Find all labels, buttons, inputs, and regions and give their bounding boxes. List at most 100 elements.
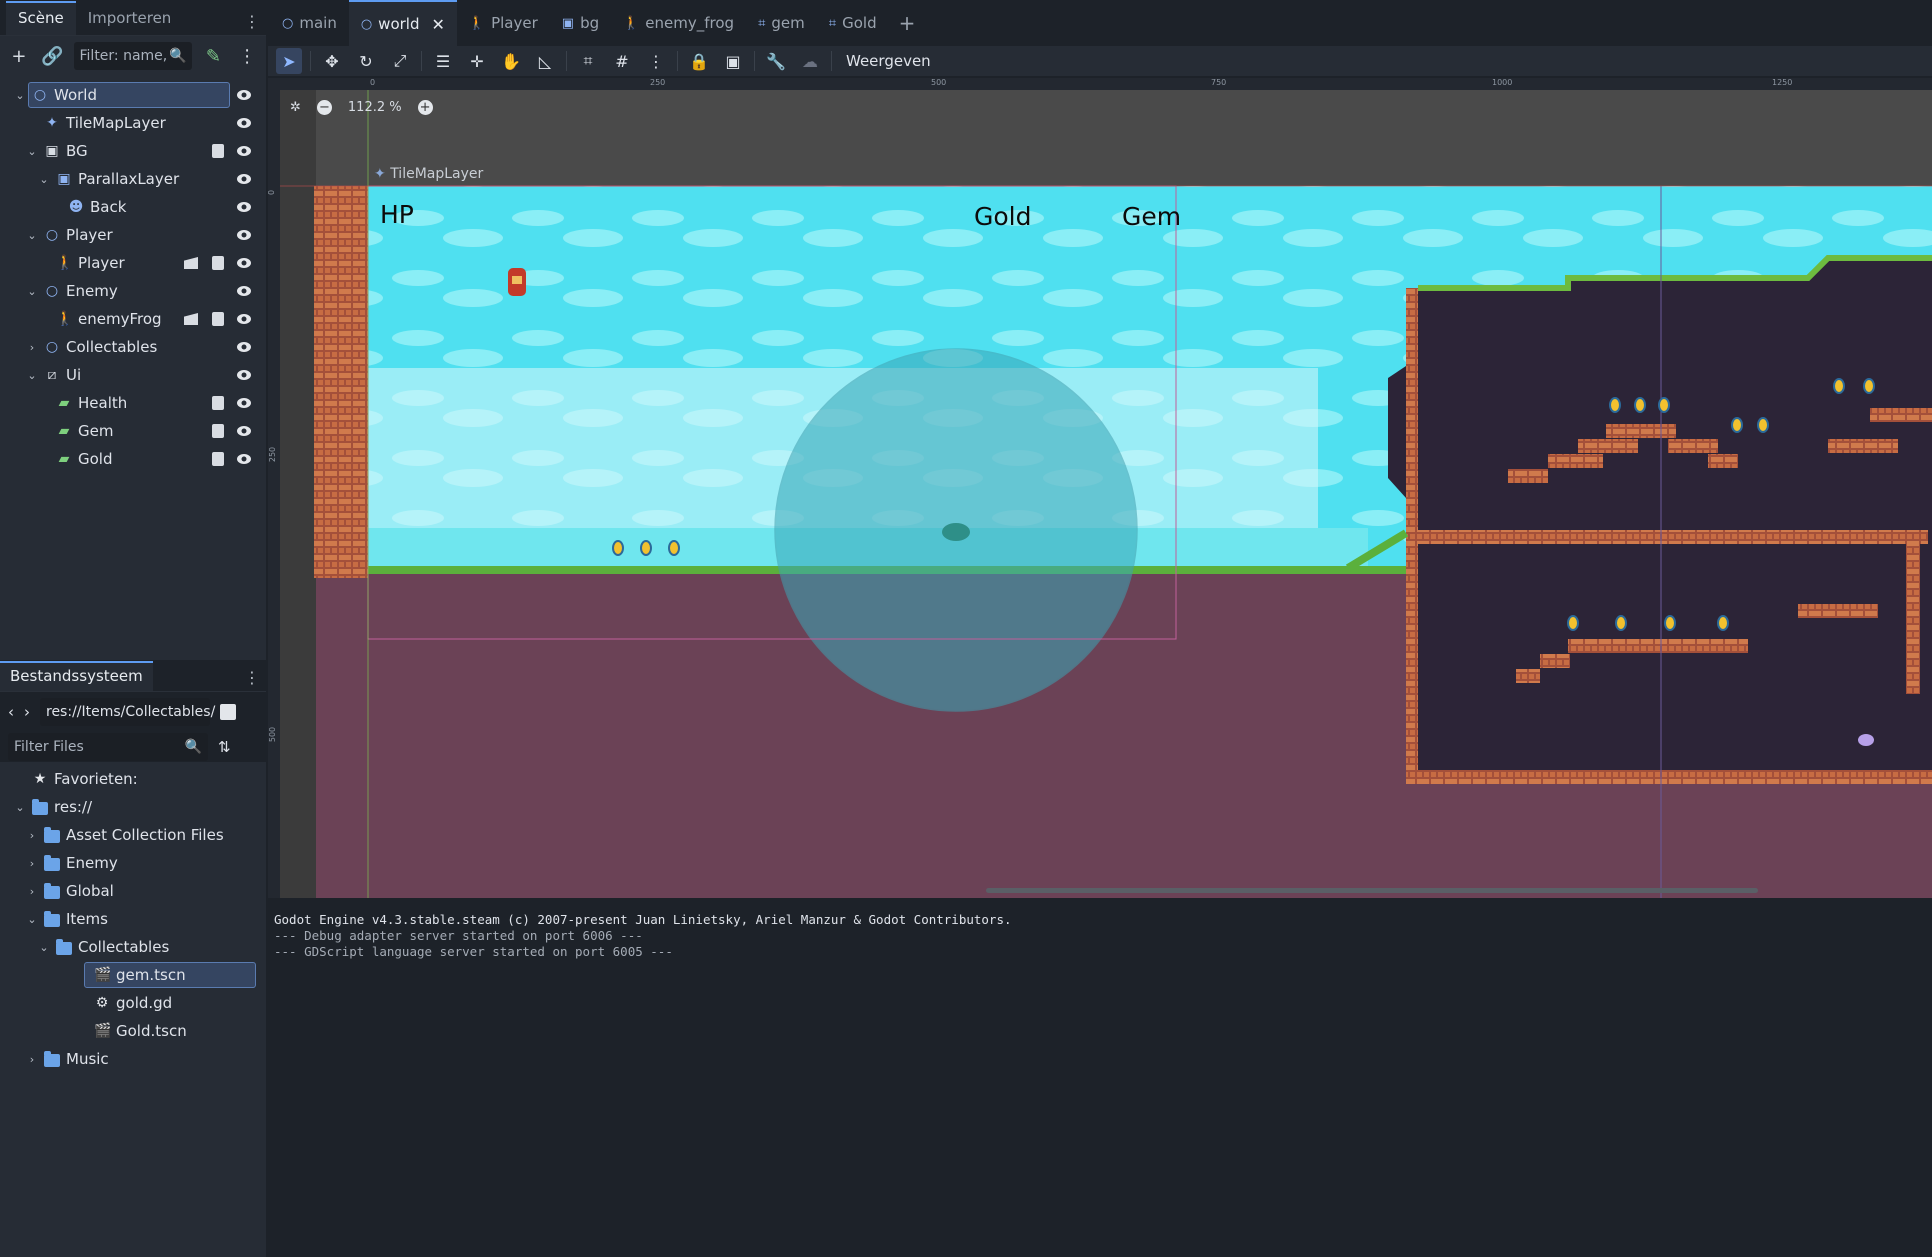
scene-tab-gem[interactable]: ⌗ gem [746, 0, 817, 46]
fs-item[interactable]: ★ Favorieten: [0, 765, 262, 793]
fs-item[interactable]: › Global [0, 877, 262, 905]
rotate-tool-icon[interactable]: ↻ [353, 48, 379, 74]
chevron-down-icon[interactable]: ⌄ [26, 913, 38, 926]
fs-item[interactable]: ⌄ res:// [0, 793, 262, 821]
path-field[interactable]: res://Items/Collectables/ [40, 698, 215, 726]
fs-item[interactable]: 🎬 Gold.tscn [0, 1017, 262, 1045]
filter-files-input[interactable]: Filter Files 🔍 [8, 733, 208, 761]
group-icon[interactable]: ▣ [720, 48, 746, 74]
tab-scene[interactable]: Scène [6, 1, 76, 35]
move-tool-icon[interactable]: ✥ [319, 48, 345, 74]
viewport-2d[interactable]: 0 250 500 750 1000 1250 0 250 500 ✲ − 11… [268, 78, 1932, 898]
chevron-right-icon[interactable]: › [26, 829, 38, 842]
center-view-icon[interactable]: ✲ [290, 100, 301, 115]
more-icon[interactable]: ⋮ [234, 43, 260, 69]
visibility-eye-icon[interactable] [236, 145, 252, 157]
scene-node-parallaxlayer[interactable]: ⌄ ▣ ParallaxLayer [0, 165, 262, 193]
fs-item[interactable]: ⌄ Collectables [0, 933, 262, 961]
split-view-icon[interactable] [220, 704, 236, 720]
sort-icon[interactable]: ⇅ [218, 738, 231, 756]
fs-item[interactable]: ⌄ Items [0, 905, 262, 933]
visibility-eye-icon[interactable] [236, 285, 252, 297]
fs-item[interactable]: › Enemy [0, 849, 262, 877]
visibility-eye-icon[interactable] [236, 425, 252, 437]
horizontal-scrollbar[interactable] [986, 888, 1758, 893]
visibility-eye-icon[interactable] [236, 173, 252, 185]
scene-node-enemyfrog[interactable]: 🚶 enemyFrog [0, 305, 262, 333]
visibility-eye-icon[interactable] [236, 453, 252, 465]
script-icon[interactable] [212, 256, 224, 270]
scene-filter-input[interactable]: Filter: name, 🔍 [73, 42, 193, 70]
scene-node-collectables[interactable]: › ○ Collectables [0, 333, 262, 361]
script-icon[interactable] [212, 144, 224, 158]
snap-options-icon[interactable]: ⋮ [643, 48, 669, 74]
scene-node-player[interactable]: ⌄ ○ Player [0, 221, 262, 249]
fs-item[interactable]: › Music [0, 1045, 262, 1073]
close-icon[interactable]: ✕ [431, 15, 444, 34]
visibility-eye-icon[interactable] [236, 201, 252, 213]
scene-node-player[interactable]: 🚶 Player [0, 249, 262, 277]
chevron-down-icon[interactable]: ⌄ [26, 285, 38, 298]
dock-menu-icon[interactable]: ⋮ [244, 12, 260, 31]
chevron-right-icon[interactable]: › [26, 1053, 38, 1066]
fs-menu-icon[interactable]: ⋮ [244, 668, 260, 687]
pan-tool-icon[interactable]: ✋ [498, 48, 524, 74]
back-icon[interactable]: ‹ [8, 703, 14, 721]
link-icon[interactable]: 🔗 [40, 43, 66, 69]
scene-node-enemy[interactable]: ⌄ ○ Enemy [0, 277, 262, 305]
chevron-down-icon[interactable]: ⌄ [14, 89, 26, 102]
visibility-eye-icon[interactable] [236, 341, 252, 353]
fs-item[interactable]: › Asset Collection Files [0, 821, 262, 849]
lock-icon[interactable]: 🔒 [686, 48, 712, 74]
bone-icon[interactable]: 🔧 [763, 48, 789, 74]
grid-snap-icon[interactable]: # [609, 48, 635, 74]
pivot-tool-icon[interactable]: ✛ [464, 48, 490, 74]
open-scene-icon[interactable] [184, 313, 198, 325]
scene-node-world[interactable]: ⌄ ○ World [0, 81, 262, 109]
scene-tab-world[interactable]: ○ world ✕ [348, 0, 457, 46]
scene-tab-bg[interactable]: ▣ bg [550, 0, 611, 46]
script-icon[interactable] [212, 312, 224, 326]
scale-tool-icon[interactable]: ⤢ [387, 48, 413, 74]
visibility-eye-icon[interactable] [236, 397, 252, 409]
chevron-right-icon[interactable]: › [26, 341, 38, 354]
tab-import[interactable]: Importeren [76, 3, 184, 35]
scene-node-gold[interactable]: ▰ Gold [0, 445, 262, 473]
chevron-right-icon[interactable]: › [26, 857, 38, 870]
chevron-down-icon[interactable]: ⌄ [26, 145, 38, 158]
attach-script-icon[interactable]: ✎ [200, 43, 226, 69]
script-icon[interactable] [212, 424, 224, 438]
fs-item[interactable]: 🎬 gem.tscn [0, 961, 262, 989]
smart-snap-icon[interactable]: ⌗ [575, 48, 601, 74]
select-tool-icon[interactable]: ➤ [276, 48, 302, 74]
visibility-eye-icon[interactable] [236, 369, 252, 381]
visibility-eye-icon[interactable] [236, 229, 252, 241]
cloud-icon[interactable]: ☁ [797, 48, 823, 74]
zoom-in-icon[interactable]: + [417, 100, 433, 115]
scene-tab-enemy_frog[interactable]: 🚶 enemy_frog [611, 0, 746, 46]
scene-node-tilemaplayer[interactable]: ✦ TileMapLayer [0, 109, 262, 137]
chevron-down-icon[interactable]: ⌄ [38, 173, 50, 186]
chevron-right-icon[interactable]: › [26, 885, 38, 898]
scene-node-ui[interactable]: ⌄ ⧄ Ui [0, 361, 262, 389]
open-scene-icon[interactable] [184, 257, 198, 269]
visibility-eye-icon[interactable] [236, 257, 252, 269]
scene-tab-main[interactable]: ○ main [270, 0, 349, 46]
scene-node-health[interactable]: ▰ Health [0, 389, 262, 417]
add-tab-icon[interactable]: + [889, 11, 926, 35]
zoom-level[interactable]: 112.2 % [348, 100, 402, 115]
visibility-eye-icon[interactable] [236, 313, 252, 325]
add-node-icon[interactable]: + [6, 43, 32, 69]
chevron-down-icon[interactable]: ⌄ [38, 941, 50, 954]
view-menu[interactable]: Weergeven [840, 52, 937, 70]
ruler-tool-icon[interactable]: ◺ [532, 48, 558, 74]
list-select-icon[interactable]: ☰ [430, 48, 456, 74]
scene-tab-gold[interactable]: ⌗ Gold [817, 0, 889, 46]
visibility-eye-icon[interactable] [236, 117, 252, 129]
zoom-out-icon[interactable]: − [316, 100, 332, 115]
tab-filesystem[interactable]: Bestandssysteem [0, 661, 153, 691]
forward-icon[interactable]: › [24, 703, 30, 721]
script-icon[interactable] [212, 452, 224, 466]
chevron-down-icon[interactable]: ⌄ [26, 369, 38, 382]
fs-item[interactable]: ⚙ gold.gd [0, 989, 262, 1017]
